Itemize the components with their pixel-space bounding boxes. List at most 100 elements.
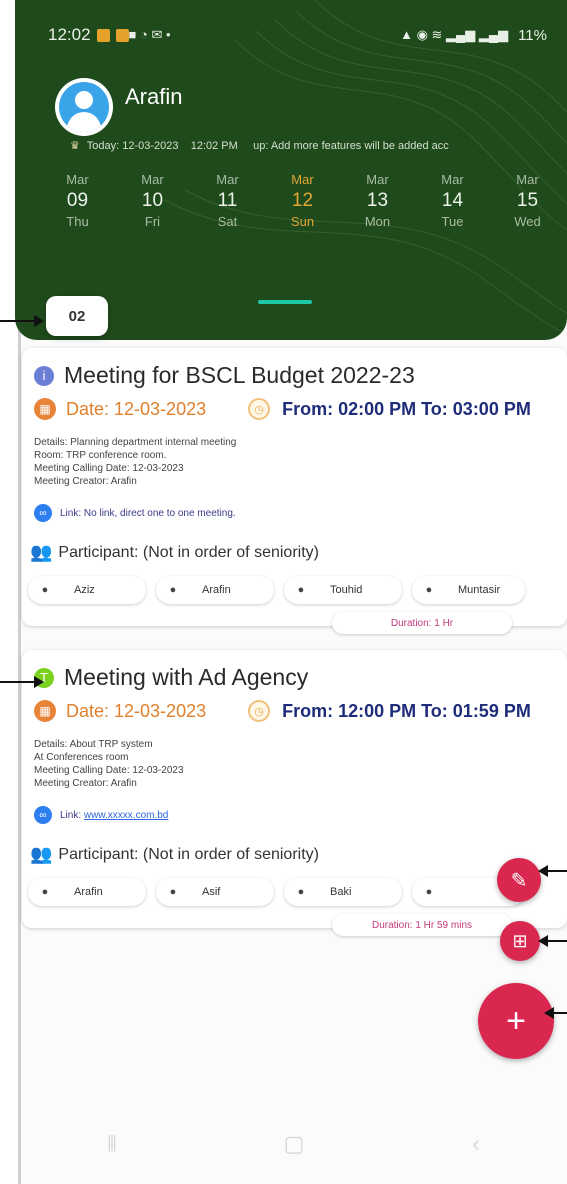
participant-heading-text: Participant: (Not in order of seniority)	[58, 543, 319, 561]
today-time: 12:02 PM	[190, 140, 238, 152]
participant-heading-text: Participant: (Not in order of seniority)	[58, 845, 319, 863]
participant-chip[interactable]: ● Asif	[156, 878, 274, 906]
participant-chip[interactable]: ● Arafin	[28, 878, 146, 906]
participant-chip[interactable]: ● Baki	[284, 878, 402, 906]
status-icons: ▲ ◉ ≋ ▂▄▆ ▂▄▆ 11%	[400, 27, 547, 44]
calendar-icon: ▦	[34, 700, 56, 722]
notes-fab[interactable]: ✎	[497, 858, 541, 902]
day-cell[interactable]: Mar 15 Wed	[490, 172, 565, 229]
participant-name: Aziz	[74, 584, 95, 596]
meeting-details: Details: About TRP system At Conferences…	[34, 738, 184, 790]
day-weekday: Fri	[144, 214, 161, 229]
day-cell[interactable]: Mar 14 Tue	[415, 172, 490, 229]
day-month: Mar	[291, 172, 314, 187]
calendar-fab[interactable]: ⊞	[500, 921, 540, 961]
system-nav-bar: ⦀ ▢ ‹	[21, 1104, 567, 1184]
person-icon: ●	[425, 584, 433, 596]
meeting-details: Details: Planning department internal me…	[34, 436, 236, 488]
nav-recents-icon[interactable]: ⦀	[92, 1131, 132, 1157]
meeting-title-text: Meeting with Ad Agency	[64, 664, 309, 690]
meeting-card[interactable]: T Meeting with Ad Agency ▦ Date: 12-03-2…	[22, 650, 567, 936]
link-icon: ∞	[34, 806, 52, 824]
meeting-creator: Meeting Creator: Arafin	[34, 476, 137, 487]
day-cell[interactable]: Mar 09 Thu	[40, 172, 115, 229]
calling-date: Meeting Calling Date: 12-03-2023	[34, 765, 184, 776]
day-month: Mar	[66, 172, 89, 187]
person-icon: ●	[41, 886, 49, 898]
day-weekday: Mon	[364, 214, 391, 229]
nav-home-icon[interactable]: ▢	[274, 1131, 314, 1157]
day-month: Mar	[366, 172, 389, 187]
status-bar: 12:02 ■ ◔ ✉ • ▲ ◉ ≋ ▂▄▆ ▂▄▆ 11%	[48, 22, 547, 48]
trophy-icon: ♛	[70, 140, 80, 152]
participant-name: Baki	[330, 886, 352, 898]
annotation-arrow	[538, 865, 567, 877]
meeting-count-badge: 02	[46, 296, 108, 336]
duration-pill: Duration: 1 Hr 59 mins	[332, 914, 512, 936]
person-icon: ●	[41, 584, 49, 596]
meeting-link-url[interactable]: www.xxxxx.com.bd	[84, 810, 168, 821]
link-prefix: Link:	[60, 809, 82, 821]
meeting-title: T Meeting with Ad Agency	[34, 664, 308, 691]
participant-name: Asif	[202, 886, 221, 898]
annotation-arrow	[0, 676, 44, 688]
day-date: 15	[516, 190, 539, 211]
avatar[interactable]	[55, 78, 113, 136]
day-weekday: Thu	[66, 214, 89, 229]
battery-icon: 11%	[518, 26, 547, 44]
wave-decoration	[164, 0, 567, 336]
details-text: Details: About TRP system	[34, 739, 153, 750]
participant-chip[interactable]: ● Touhid	[284, 576, 402, 604]
header-panel	[15, 0, 567, 340]
day-month: Mar	[516, 172, 539, 187]
day-date: 12	[291, 190, 314, 211]
person-icon: ●	[169, 886, 177, 898]
meeting-link-row: ∞ Link: www.xxxxx.com.bd	[34, 806, 168, 824]
day-cell-selected[interactable]: Mar 12 Sun	[265, 172, 340, 229]
today-line: ♛ Today: 12-03-2023 12:02 PM up: Add mor…	[70, 139, 567, 152]
note-icon: ✎	[510, 869, 528, 892]
participant-name: Arafin	[74, 886, 103, 898]
participant-name: Muntasir	[458, 584, 501, 596]
day-cell[interactable]: Mar 10 Fri	[115, 172, 190, 229]
add-meeting-fab[interactable]: +	[478, 983, 554, 1059]
nav-back-icon[interactable]: ‹	[456, 1131, 496, 1157]
day-date: 10	[141, 190, 164, 211]
day-cell[interactable]: Mar 11 Sat	[190, 172, 265, 229]
day-weekday: Sun	[290, 214, 315, 229]
meeting-time: From: 12:00 PM To: 01:59 PM	[282, 700, 531, 721]
clock-icon: ◷	[248, 398, 271, 420]
meeting-card[interactable]: i Meeting for BSCL Budget 2022-23 ▦ Date…	[22, 348, 567, 634]
day-weekday: Wed	[514, 214, 541, 229]
meeting-datetime: ▦ Date: 12-03-2023 ◷ From: 02:00 PM To: …	[34, 398, 531, 420]
selected-day-indicator	[258, 300, 312, 304]
duration-pill: Duration: 1 Hr	[332, 612, 512, 634]
grid-icon: ⊞	[512, 930, 528, 951]
details-text: Details: Planning department internal me…	[34, 437, 237, 448]
day-cell[interactable]: Mar 13 Mon	[340, 172, 415, 229]
meeting-time: From: 02:00 PM To: 03:00 PM	[282, 398, 531, 419]
day-date: 09	[66, 190, 89, 211]
participant-chip[interactable]: ● Muntasir	[412, 576, 525, 604]
notification-icon: ■ ◔ ✉ •	[128, 27, 171, 42]
person-icon: ●	[169, 584, 177, 596]
day-weekday: Tue	[441, 214, 464, 229]
calling-date: Meeting Calling Date: 12-03-2023	[34, 463, 184, 474]
day-weekday: Sat	[217, 214, 238, 229]
link-text: No link, direct one to one meeting.	[83, 507, 236, 519]
participant-name: Touhid	[330, 584, 363, 596]
participant-chip[interactable]: ● Arafin	[156, 576, 274, 604]
calendar-icon: ▦	[34, 398, 56, 420]
participant-chip[interactable]: ● Aziz	[28, 576, 146, 604]
plus-icon: +	[506, 1001, 526, 1040]
today-date: Today: 12-03-2023	[86, 140, 179, 152]
room-text: Room: TRP conference room.	[34, 450, 167, 461]
room-text: At Conferences room	[34, 752, 129, 763]
participant-heading: 👥 Participant: (Not in order of seniorit…	[30, 542, 319, 563]
username: Arafin	[125, 84, 183, 109]
notification-icon	[115, 28, 129, 42]
clock-icon: ◷	[248, 700, 271, 722]
group-icon: 👥	[30, 844, 53, 864]
annotation-arrow	[538, 935, 567, 947]
meeting-title: i Meeting for BSCL Budget 2022-23	[34, 362, 415, 389]
